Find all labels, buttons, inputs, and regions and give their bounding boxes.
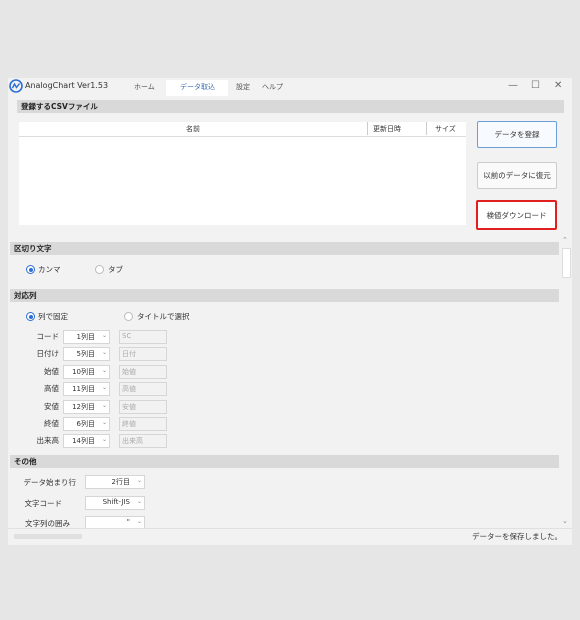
- mapping-by-title-label[interactable]: タイトルで選択: [137, 311, 190, 322]
- tab-data-import[interactable]: データ取込: [166, 80, 228, 96]
- tab-home[interactable]: ホーム: [134, 82, 155, 92]
- register-data-button[interactable]: データを登録: [477, 121, 557, 148]
- mapping-fixed-column-radio[interactable]: [26, 312, 35, 321]
- title-field: 安値: [119, 400, 167, 414]
- csv-section-title: 登録するCSVファイル: [21, 102, 98, 111]
- mapping-row-label: 始値: [44, 367, 59, 376]
- other-row-label: 文字コード: [24, 499, 63, 508]
- chevron-down-icon: ⌄: [101, 419, 107, 426]
- delimiter-comma-radio[interactable]: [26, 265, 35, 274]
- delimiter-tab-label[interactable]: タブ: [108, 264, 123, 275]
- status-message: データーを保存しました。: [472, 532, 562, 541]
- chevron-down-icon: ⌄: [101, 332, 107, 339]
- delimiter-section-header: 区切り文字: [10, 242, 559, 255]
- column-header-size[interactable]: サイズ: [435, 124, 456, 134]
- tab-help[interactable]: ヘルプ: [262, 82, 283, 92]
- mapping-section-title: 対応列: [14, 291, 37, 300]
- title-field: 日付: [119, 347, 167, 361]
- chevron-down-icon: ⌄: [101, 367, 107, 374]
- column-select[interactable]: 12列目 ⌄: [63, 400, 110, 414]
- title-field: 出来高: [119, 434, 167, 448]
- encoding-select[interactable]: Shift-JIS ⌄: [85, 496, 145, 510]
- title-field-value: 終値: [122, 420, 136, 428]
- csv-section-header: 登録するCSVファイル: [17, 100, 564, 113]
- other-section-title: その他: [14, 457, 37, 466]
- restore-data-button[interactable]: 以前のデータに復元: [477, 162, 557, 189]
- scroll-down-icon[interactable]: ⌄: [562, 517, 568, 525]
- delimiter-tab-radio[interactable]: [95, 265, 104, 274]
- title-field: 始値: [119, 365, 167, 379]
- mapping-row-label: 安値: [44, 402, 59, 411]
- chevron-down-icon: ⌄: [101, 402, 107, 409]
- column-select-value: 1列目: [76, 333, 95, 341]
- app-window: AnalogChart Ver1.53 ホーム データ取込 設定 ヘルプ — ☐…: [8, 78, 572, 545]
- delimiter-section-title: 区切り文字: [14, 244, 52, 253]
- column-select-value: 6列目: [76, 420, 95, 428]
- mapping-row-label: 日付け: [36, 349, 60, 358]
- column-select[interactable]: 14列目 ⌄: [63, 434, 110, 448]
- mapping-section-header: 対応列: [10, 289, 559, 302]
- csv-file-list-header: 名前 更新日時 サイズ: [19, 122, 466, 137]
- status-bar: データーを保存しました。: [8, 528, 572, 545]
- title-field-value: 始値: [122, 368, 136, 376]
- title-field-value: 日付: [122, 350, 136, 358]
- title-field-value: 出来高: [122, 437, 143, 445]
- tab-settings[interactable]: 設定: [236, 82, 250, 92]
- chevron-down-icon: ⌄: [136, 498, 142, 505]
- mapping-row-label: 出来高: [36, 436, 60, 445]
- scroll-up-icon[interactable]: ⌃: [562, 236, 568, 244]
- close-button[interactable]: ✕: [554, 80, 562, 91]
- maximize-button[interactable]: ☐: [531, 80, 540, 91]
- column-select-value: 10列目: [72, 368, 95, 376]
- column-select[interactable]: 11列目 ⌄: [63, 382, 110, 396]
- start-row-select[interactable]: 2行目 ⌄: [85, 475, 145, 489]
- column-select-value: 5列目: [76, 350, 95, 358]
- column-select[interactable]: 5列目 ⌄: [63, 347, 110, 361]
- column-header-name[interactable]: 名前: [186, 124, 200, 134]
- other-row-label: データ始まり行: [23, 478, 77, 487]
- chevron-down-icon: ⌄: [136, 518, 142, 525]
- minimize-button[interactable]: —: [508, 80, 518, 91]
- chevron-down-icon: ⌄: [101, 349, 107, 356]
- title-field-value: 高値: [122, 385, 136, 393]
- delimiter-comma-label[interactable]: カンマ: [38, 264, 61, 275]
- column-header-modified[interactable]: 更新日時: [373, 124, 401, 134]
- title-field-value: SC: [122, 332, 132, 340]
- column-select[interactable]: 10列目 ⌄: [63, 365, 110, 379]
- analogchart-logo-icon: [9, 79, 23, 93]
- title-field: 高値: [119, 382, 167, 396]
- column-select-value: 11列目: [72, 385, 95, 393]
- encoding-value: Shift-JIS: [102, 498, 130, 506]
- column-select-value: 14列目: [72, 437, 95, 445]
- mapping-row-label: 高値: [44, 384, 59, 393]
- app-title: AnalogChart Ver1.53: [25, 81, 109, 90]
- chevron-down-icon: ⌄: [101, 436, 107, 443]
- title-field: 終値: [119, 417, 167, 431]
- column-select[interactable]: 1列目 ⌄: [63, 330, 110, 344]
- tab-data-import-label: データ取込: [180, 83, 215, 91]
- chevron-down-icon: ⌄: [101, 384, 107, 391]
- scrollbar-thumb[interactable]: [562, 248, 571, 278]
- quote-char-value: ": [126, 518, 130, 526]
- other-section-header: その他: [10, 455, 559, 468]
- start-row-value: 2行目: [111, 478, 130, 486]
- column-divider: [367, 122, 368, 135]
- vertical-scrollbar[interactable]: ⌃ ⌄: [561, 236, 571, 525]
- horizontal-scrollbar[interactable]: [14, 534, 82, 539]
- column-select-value: 12列目: [72, 403, 95, 411]
- mapping-row-label: 終値: [44, 419, 59, 428]
- title-bar: AnalogChart Ver1.53 ホーム データ取込 設定 ヘルプ — ☐…: [8, 78, 572, 96]
- sample-download-button[interactable]: 検値ダウンロード: [476, 200, 557, 230]
- mapping-row-label: コード: [36, 332, 60, 341]
- column-select[interactable]: 6列目 ⌄: [63, 417, 110, 431]
- mapping-by-title-radio[interactable]: [124, 312, 133, 321]
- title-field-value: 安値: [122, 403, 136, 411]
- title-field: SC: [119, 330, 167, 344]
- column-divider: [426, 122, 427, 135]
- chevron-down-icon: ⌄: [136, 477, 142, 484]
- mapping-fixed-column-label[interactable]: 列で固定: [38, 311, 68, 322]
- csv-file-list[interactable]: [19, 122, 466, 225]
